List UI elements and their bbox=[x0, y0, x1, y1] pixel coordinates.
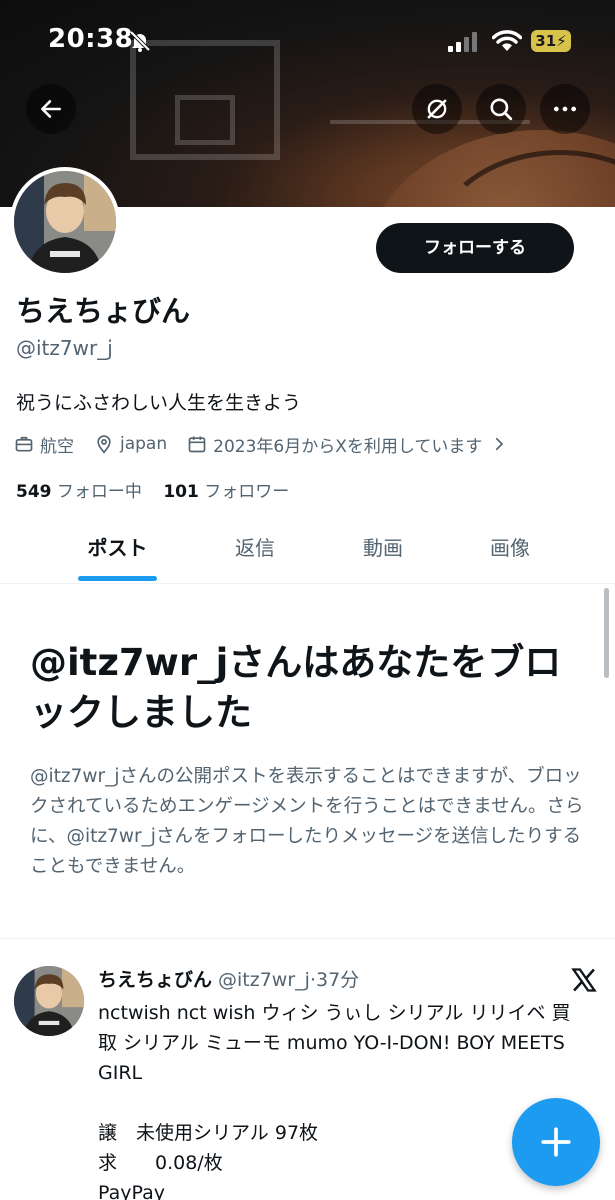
profile-meta-row: 航空 japan 2023年6月からXを利用しています bbox=[14, 430, 534, 458]
grok-button[interactable] bbox=[412, 84, 462, 134]
post-line: nctwish nct wish ウィシ うぃし シリアル リリイベ 買取 シリ… bbox=[98, 1002, 571, 1084]
more-icon bbox=[553, 106, 577, 112]
blocked-description: @itz7wr_jさんの公開ポストを表示することはできますが、ブロックされている… bbox=[30, 766, 584, 877]
back-button[interactable] bbox=[26, 84, 76, 134]
banner-backboard-square bbox=[175, 95, 235, 145]
profile-location: japan bbox=[94, 434, 167, 454]
avatar-image bbox=[14, 171, 116, 273]
more-button[interactable] bbox=[540, 84, 590, 134]
link-off-icon bbox=[427, 99, 447, 119]
tab-posts[interactable]: ポスト bbox=[78, 520, 157, 584]
followers-stat[interactable]: 101 フォロワー bbox=[163, 482, 289, 502]
following-label: フォロー中 bbox=[56, 482, 142, 502]
post-body[interactable]: nctwish nct wish ウィシ うぃし シリアル リリイベ 買取 シリ… bbox=[98, 998, 578, 1200]
divider bbox=[0, 938, 615, 939]
scrollbar[interactable] bbox=[604, 588, 609, 678]
location-pin-icon bbox=[97, 435, 111, 454]
bell-off-icon bbox=[129, 30, 151, 52]
blocked-title: @itz7wr_jさんはあなたをブロックしました bbox=[30, 641, 562, 734]
post-line: 求 0.08/枚 bbox=[98, 1152, 223, 1174]
back-arrow-icon bbox=[41, 100, 61, 118]
plus-icon bbox=[541, 1127, 571, 1157]
following-stat[interactable]: 549 フォロー中 bbox=[16, 482, 142, 502]
profile-handle: @itz7wr_j bbox=[16, 336, 113, 360]
tab-images[interactable]: 画像 bbox=[470, 520, 550, 584]
post-line: PayPay bbox=[98, 1182, 165, 1200]
profile-avatar[interactable] bbox=[10, 167, 120, 277]
post-avatar-image bbox=[14, 966, 84, 1036]
x-logo-icon bbox=[571, 968, 597, 992]
location-text: japan bbox=[120, 434, 168, 454]
cellular-signal-icon bbox=[448, 32, 477, 52]
following-count: 549 bbox=[16, 482, 52, 502]
post-avatar[interactable] bbox=[14, 966, 84, 1036]
profile-joined[interactable]: 2023年6月からXを利用しています bbox=[187, 432, 514, 457]
profile-display-name: ちえちょびん bbox=[16, 294, 191, 328]
chevron-right-icon bbox=[496, 437, 504, 451]
occupation-text: 航空 bbox=[40, 436, 74, 457]
joined-text: 2023年6月からXを利用しています bbox=[213, 436, 483, 457]
post-line: 譲 未使用シリアル 97枚 bbox=[98, 1122, 319, 1144]
battery-indicator: 31⚡ bbox=[531, 30, 571, 52]
tab-videos[interactable]: 動画 bbox=[343, 520, 423, 584]
compose-button[interactable] bbox=[512, 1098, 600, 1186]
followers-label: フォロワー bbox=[204, 482, 290, 502]
battery-level: 31 bbox=[535, 32, 557, 50]
follow-button[interactable]: フォローする bbox=[376, 223, 574, 273]
post-author[interactable]: ちえちょびん bbox=[98, 969, 212, 991]
active-tab-indicator bbox=[78, 576, 157, 581]
followers-count: 101 bbox=[163, 482, 199, 502]
calendar-icon bbox=[188, 436, 206, 453]
profile-occupation: 航空 bbox=[14, 432, 74, 457]
tab-replies[interactable]: 返信 bbox=[215, 520, 295, 584]
profile-tabs: ポスト 返信 動画 画像 bbox=[0, 520, 615, 584]
search-icon bbox=[490, 98, 513, 121]
profile-bio: 祝うにふさわしい人生を生きよう bbox=[16, 392, 302, 414]
search-button[interactable] bbox=[476, 84, 526, 134]
post-handle-time: @itz7wr_j·37分 bbox=[218, 969, 360, 991]
post-line-gap bbox=[98, 1088, 578, 1118]
status-time: 20:38 bbox=[48, 24, 134, 54]
post-header: ちえちょびん @itz7wr_j·37分 bbox=[98, 965, 359, 992]
wifi-icon bbox=[492, 30, 522, 51]
briefcase-icon bbox=[15, 436, 33, 452]
status-bar: 20:38 31⚡ bbox=[0, 0, 615, 80]
follow-stats: 549 フォロー中 101 フォロワー bbox=[16, 477, 289, 502]
